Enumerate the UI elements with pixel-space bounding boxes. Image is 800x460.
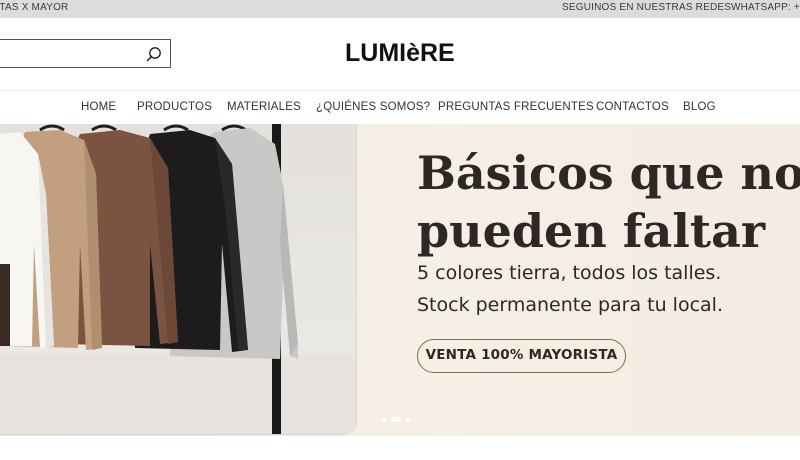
search-box [0,39,171,68]
wholesale-cta-button[interactable]: VENTA 100% MAYORISTA [417,339,626,373]
slider-dot-2[interactable] [391,417,401,422]
clothing-rack-illustration [0,124,356,434]
nav-item-preguntas-frecuentes[interactable]: PREGUNTAS FRECUENTES [438,101,594,113]
nav-item-quienes-somos[interactable]: ¿QUIÉNES SOMOS? [316,101,430,113]
search-input[interactable] [3,44,133,64]
hero-subline-2: Stock permanente para tu local. [417,294,723,316]
nav-item-home[interactable]: HOME [81,101,116,113]
search-icon[interactable] [146,46,162,62]
slider-dot-3[interactable] [405,417,410,422]
hero-headline-line1: Básicos que no [417,146,800,200]
hero-headline: Básicos que no pueden faltar [417,144,800,260]
topbar-social-link[interactable]: SEGUINOS EN NUESTRAS REDES [562,2,731,13]
hangers [39,124,247,132]
slider-dot-1[interactable] [382,417,387,422]
main-nav: HOME PRODUCTOS MATERIALES ¿QUIÉNES SOMOS… [0,90,800,124]
topbar-whatsapp-link[interactable]: WHATSAPP: +54 [731,2,800,13]
hero-photo-shirts [0,124,357,435]
hero-subline-1: 5 colores tierra, todos los talles. [417,262,722,284]
topbar-wholesale-text[interactable]: NTAS X MAYOR [0,2,68,13]
nav-item-materiales[interactable]: MATERIALES [227,101,301,113]
site-header: LUMIèRE [0,18,800,90]
hero-banner: Básicos que no pueden faltar 5 colores t… [0,124,800,436]
hero-headline-line2: pueden faltar [417,204,766,258]
site-logo[interactable]: LUMIèRE [345,39,455,68]
nav-item-contactos[interactable]: CONTACTOS [596,101,669,113]
top-bar: NTAS X MAYOR SEGUINOS EN NUESTRAS REDES … [0,0,800,18]
nav-item-productos[interactable]: PRODUCTOS [137,101,212,113]
page-below-hero [0,436,800,460]
nav-item-blog[interactable]: BLOG [683,101,716,113]
